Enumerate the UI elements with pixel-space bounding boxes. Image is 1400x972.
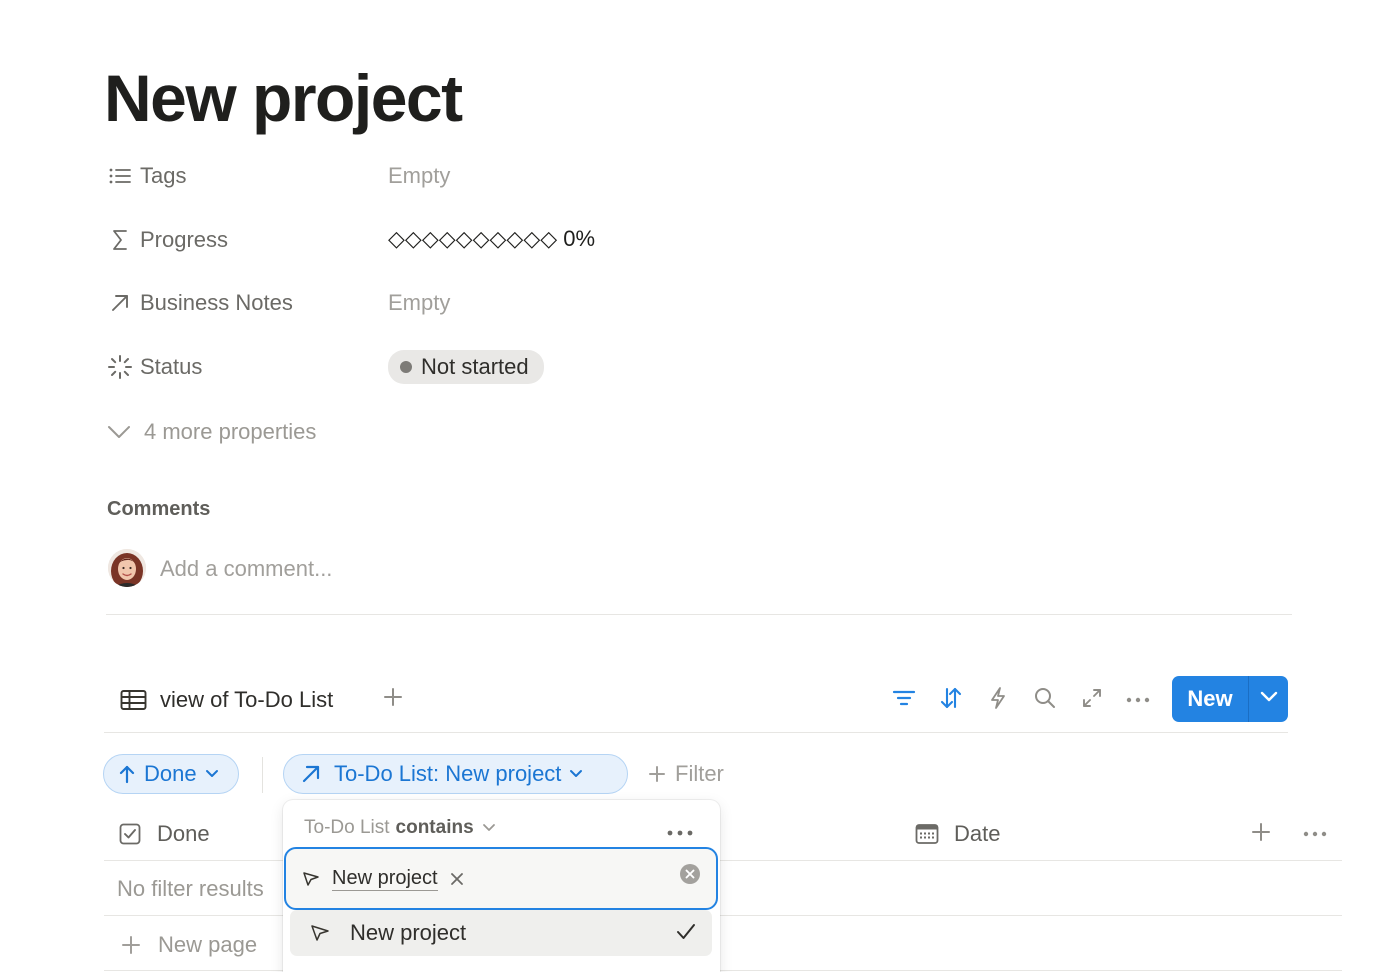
token-label: New project	[332, 867, 438, 891]
option-label: New project	[350, 920, 467, 945]
new-dropdown-button[interactable]	[1248, 676, 1288, 722]
plus-icon	[121, 935, 141, 955]
column-header-done[interactable]: Done	[119, 814, 210, 854]
expand-icon	[1081, 687, 1103, 714]
filter-more-button[interactable]	[667, 824, 693, 842]
filter-condition-header[interactable]: To-Do List contains	[304, 817, 496, 839]
business-notes-value[interactable]: Empty	[388, 283, 450, 323]
chevron-down-icon	[205, 769, 219, 779]
filter-value-input[interactable]: New project	[284, 847, 718, 910]
sort-button[interactable]	[936, 685, 966, 715]
page-title[interactable]: New project	[104, 58, 463, 138]
view-label: view of To-Do List	[160, 687, 334, 712]
property-label: Status	[140, 354, 203, 379]
automation-button[interactable]	[983, 685, 1013, 715]
filter-property-label: To-Do List	[304, 817, 390, 838]
cursor-arrow-icon	[310, 924, 330, 942]
more-properties-label: 4 more properties	[144, 419, 317, 444]
list-icon	[107, 163, 133, 189]
column-more-button[interactable]	[1300, 819, 1330, 849]
arrow-up-icon	[118, 764, 136, 784]
table-icon	[120, 689, 147, 711]
remove-token-icon[interactable]	[450, 872, 464, 886]
property-status[interactable]: Status	[107, 347, 202, 387]
plus-icon	[648, 765, 666, 783]
filter-button[interactable]	[889, 685, 919, 715]
add-column-button[interactable]	[1246, 819, 1276, 849]
calendar-icon	[915, 823, 939, 845]
property-tags[interactable]: Tags	[107, 156, 186, 196]
expand-button[interactable]	[1077, 685, 1107, 715]
chevron-down-icon	[569, 769, 583, 779]
more-horizontal-icon	[1303, 825, 1327, 843]
chevron-down-icon	[482, 823, 496, 833]
column-label: Done	[157, 821, 210, 846]
add-view-button[interactable]	[380, 684, 406, 714]
chevron-down-icon	[107, 425, 133, 439]
property-business-notes[interactable]: Business Notes	[107, 283, 293, 323]
property-label: Tags	[140, 163, 187, 188]
comments-heading: Comments	[107, 498, 211, 520]
arrow-up-right-icon	[300, 763, 322, 785]
column-label: Date	[954, 821, 1001, 846]
cursor-arrow-icon	[302, 871, 320, 887]
divider	[262, 757, 263, 793]
loader-icon	[107, 354, 133, 380]
comment-input[interactable]	[160, 551, 560, 587]
sort-chip[interactable]: Done	[103, 754, 239, 794]
empty-text: Empty	[388, 163, 451, 188]
progress-value: ◇◇◇◇◇◇◇◇◇◇ 0%	[388, 219, 595, 259]
more-horizontal-icon	[667, 824, 693, 841]
more-properties-toggle[interactable]: 4 more properties	[107, 412, 316, 452]
arrow-up-right-icon	[107, 290, 133, 316]
more-options-button[interactable]	[1123, 685, 1153, 715]
filter-popover: To-Do List contains New project New proj…	[283, 800, 720, 972]
view-tab-table[interactable]: view of To-Do List	[120, 680, 333, 720]
search-icon	[1033, 686, 1057, 715]
plus-icon	[1251, 822, 1271, 847]
new-page-button[interactable]: New page	[121, 925, 257, 965]
status-dot-icon	[400, 361, 412, 373]
search-button[interactable]	[1030, 685, 1060, 715]
add-filter-label: Filter	[675, 761, 724, 786]
avatar	[108, 549, 146, 587]
check-icon	[676, 923, 696, 941]
property-progress[interactable]: Progress	[107, 220, 228, 260]
sort-arrows-icon	[939, 686, 963, 715]
more-horizontal-icon	[1126, 691, 1150, 709]
tags-value[interactable]: Empty	[388, 156, 450, 196]
empty-text: Empty	[388, 290, 451, 315]
selected-token: New project	[302, 866, 464, 891]
status-text: Not started	[421, 354, 529, 379]
property-label: Progress	[140, 227, 229, 252]
divider	[104, 732, 1288, 733]
filter-icon	[892, 688, 916, 713]
sigma-icon	[107, 227, 133, 253]
status-badge[interactable]: Not started	[388, 350, 544, 384]
new-button-group: New	[1172, 676, 1288, 722]
sort-chip-label: Done	[144, 761, 197, 786]
lightning-icon	[988, 686, 1008, 715]
filter-chip-label: To-Do List: New project	[334, 761, 562, 786]
filter-chip-todo-list[interactable]: To-Do List: New project	[283, 754, 628, 794]
filter-option[interactable]: New project	[290, 910, 712, 956]
chevron-down-icon	[1260, 690, 1278, 708]
new-button[interactable]: New	[1172, 676, 1248, 722]
status-value[interactable]: Not started	[388, 347, 544, 387]
progress-bar-text: ◇◇◇◇◇◇◇◇◇◇ 0%	[388, 226, 596, 251]
checkbox-icon	[119, 823, 141, 845]
clear-input-icon[interactable]	[679, 863, 701, 890]
property-label: Business Notes	[140, 290, 293, 315]
no-filter-results-text: No filter results	[117, 876, 264, 901]
filter-operator-label: contains	[395, 817, 474, 838]
new-page-label: New page	[158, 932, 258, 957]
plus-icon	[383, 687, 403, 712]
divider	[106, 614, 1292, 615]
add-filter-button[interactable]: Filter	[648, 754, 724, 794]
column-header-date[interactable]: Date	[915, 814, 1000, 854]
